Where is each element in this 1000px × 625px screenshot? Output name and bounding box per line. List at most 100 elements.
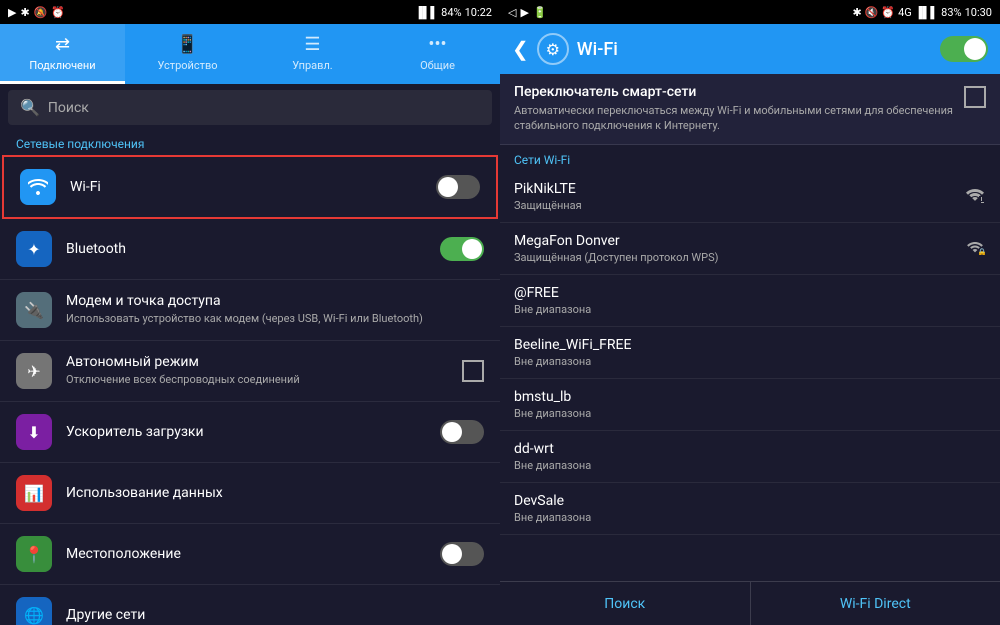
wifi-name-6: DevSale	[514, 493, 986, 509]
tab-connections-label: Подключени	[29, 59, 95, 72]
wifi-status-2: Вне диапазона	[514, 303, 986, 316]
settings-item-airplane[interactable]: ✈ Автономный режим Отключение всех беспр…	[0, 341, 500, 402]
settings-item-wifi[interactable]: Wi-Fi	[2, 155, 498, 219]
general-tab-icon: •••	[428, 34, 446, 55]
settings-item-download[interactable]: ⬇ Ускоритель загрузки	[0, 402, 500, 463]
wifi-network-bmstu[interactable]: bmstu_lb Вне диапазона	[500, 379, 1000, 431]
bluetooth-item-icon: ✦	[16, 231, 52, 267]
section-header-connections: Сетевые подключения	[0, 131, 500, 155]
right-4g-icon: 4G	[898, 6, 912, 19]
right-status-bar: ◁ ▶ 🔋 ✱ 🔇 ⏰ 4G ▐▌▌ 83% 10:30	[500, 0, 1000, 24]
tab-general[interactable]: ••• Общие	[375, 24, 500, 84]
settings-item-modem[interactable]: 🔌 Модем и точка доступа Использовать уст…	[0, 280, 500, 341]
other-item-title: Другие сети	[66, 607, 484, 623]
wifi-header-title: Wi-Fi	[577, 39, 940, 60]
tab-device-label: Устройство	[157, 59, 217, 72]
airplane-item-title: Автономный режим	[66, 354, 462, 370]
gear-icon[interactable]: ⚙	[537, 33, 569, 65]
svg-text:🔒: 🔒	[977, 248, 986, 255]
airplane-item-subtitle: Отключение всех беспроводных соединений	[66, 372, 462, 387]
tab-general-label: Общие	[420, 59, 455, 72]
wifi-network-list: PikNikLTE Защищённая MegaFon Donver Защи…	[500, 171, 1000, 581]
wifi-network-beeline[interactable]: Beeline_WiFi_FREE Вне диапазона	[500, 327, 1000, 379]
smart-switch[interactable]: Переключатель смарт-сети Автоматически п…	[500, 74, 1000, 145]
back-icon[interactable]: ❮	[512, 37, 529, 61]
right-time: 10:30	[965, 6, 992, 19]
airplane-checkbox[interactable]	[462, 360, 484, 382]
right-panel: ◁ ▶ 🔋 ✱ 🔇 ⏰ 4G ▐▌▌ 83% 10:30 ❮ ⚙ Wi-Fi П…	[500, 0, 1000, 625]
wifi-network-free[interactable]: @FREE Вне диапазона	[500, 275, 1000, 327]
right-battery-icon: 🔋	[533, 6, 547, 19]
battery-percent: 84%	[441, 6, 461, 19]
right-play-icon: ▶	[520, 6, 528, 19]
settings-item-data[interactable]: 📊 Использование данных	[0, 463, 500, 524]
location-item-icon: 📍	[16, 536, 52, 572]
search-button[interactable]: Поиск	[500, 582, 751, 625]
tab-control-label: Управл.	[292, 59, 332, 72]
settings-item-bluetooth[interactable]: ✦ Bluetooth	[0, 219, 500, 280]
wifi-status-6: Вне диапазона	[514, 511, 986, 524]
wifi-signal-icon-0	[964, 185, 986, 207]
wifi-name-5: dd-wrt	[514, 441, 986, 457]
wifi-network-pikniklte[interactable]: PikNikLTE Защищённая	[500, 171, 1000, 223]
right-battery-percent: 83%	[941, 6, 961, 19]
right-mute-icon: 🔇	[865, 6, 879, 19]
wifi-name-0: PikNikLTE	[514, 181, 958, 197]
right-back-arrow-status: ◁	[508, 6, 516, 19]
download-toggle[interactable]	[440, 420, 484, 444]
wifi-header: ❮ ⚙ Wi-Fi	[500, 24, 1000, 74]
left-status-bar: ▶ ✱ 🔕 ⏰ ▐▌▌ 84% 10:22	[0, 0, 500, 24]
wifi-status-5: Вне диапазона	[514, 459, 986, 472]
control-tab-icon: ☰	[304, 34, 320, 55]
wifi-toggle[interactable]	[436, 175, 480, 199]
wifi-status-3: Вне диапазона	[514, 355, 986, 368]
wifi-network-devsale[interactable]: DevSale Вне диапазона	[500, 483, 1000, 535]
settings-item-location[interactable]: 📍 Местоположение	[0, 524, 500, 585]
smart-switch-checkbox[interactable]	[964, 86, 986, 108]
device-tab-icon: 📱	[176, 34, 198, 55]
modem-item-title: Модем и точка доступа	[66, 293, 484, 309]
smart-switch-title: Переключатель смарт-сети	[514, 84, 954, 100]
other-item-icon: 🌐	[16, 597, 52, 625]
right-signal-icon: ▐▌▌	[915, 6, 938, 19]
location-item-title: Местоположение	[66, 546, 440, 562]
modem-item-subtitle: Использовать устройство как модем (через…	[66, 311, 484, 326]
top-tabs: ⇄ Подключени 📱 Устройство ☰ Управл. ••• …	[0, 24, 500, 84]
bluetooth-item-title: Bluetooth	[66, 241, 440, 257]
search-placeholder: Поиск	[48, 100, 89, 116]
bluetooth-status-icon: ✱	[20, 6, 29, 19]
wifi-network-ddwrt[interactable]: dd-wrt Вне диапазона	[500, 431, 1000, 483]
wifi-name-4: bmstu_lb	[514, 389, 986, 405]
tab-device[interactable]: 📱 Устройство	[125, 24, 250, 84]
wifi-status-0: Защищённая	[514, 199, 958, 212]
settings-list: Wi-Fi ✦ Bluetooth 🔌 Модем и точка доступ…	[0, 155, 500, 625]
search-bar[interactable]: 🔍 Поиск	[8, 90, 492, 125]
wifi-item-title: Wi-Fi	[70, 179, 436, 195]
download-item-icon: ⬇	[16, 414, 52, 450]
wifi-header-toggle[interactable]	[940, 36, 988, 62]
location-toggle[interactable]	[440, 542, 484, 566]
airplane-item-icon: ✈	[16, 353, 52, 389]
wifi-status-1: Защищённая (Доступен протокол WPS)	[514, 251, 958, 264]
tab-control[interactable]: ☰ Управл.	[250, 24, 375, 84]
wifi-name-2: @FREE	[514, 285, 986, 301]
wifidirect-button[interactable]: Wi-Fi Direct	[751, 582, 1000, 625]
bottom-buttons: Поиск Wi-Fi Direct	[500, 581, 1000, 625]
tab-connections[interactable]: ⇄ Подключени	[0, 24, 125, 84]
settings-item-other[interactable]: 🌐 Другие сети	[0, 585, 500, 625]
alarm-icon: ⏰	[51, 6, 65, 19]
connections-tab-icon: ⇄	[55, 34, 70, 55]
right-bluetooth-icon: ✱	[852, 6, 861, 19]
left-time: 10:22	[465, 6, 492, 19]
wifi-name-1: MegaFon Donver	[514, 233, 958, 249]
right-alarm-icon: ⏰	[881, 6, 895, 19]
wifi-network-megafon[interactable]: MegaFon Donver Защищённая (Доступен прот…	[500, 223, 1000, 275]
mute-icon: 🔕	[34, 6, 48, 19]
smart-switch-desc: Автоматически переключаться между Wi-Fi …	[514, 103, 954, 134]
wifi-signal-icon-1: 🔒	[964, 237, 986, 259]
left-panel: ▶ ✱ 🔕 ⏰ ▐▌▌ 84% 10:22 ⇄ Подключени 📱 Уст…	[0, 0, 500, 625]
play-icon: ▶	[8, 6, 16, 19]
wifi-name-3: Beeline_WiFi_FREE	[514, 337, 986, 353]
bluetooth-toggle[interactable]	[440, 237, 484, 261]
download-item-title: Ускоритель загрузки	[66, 424, 440, 440]
